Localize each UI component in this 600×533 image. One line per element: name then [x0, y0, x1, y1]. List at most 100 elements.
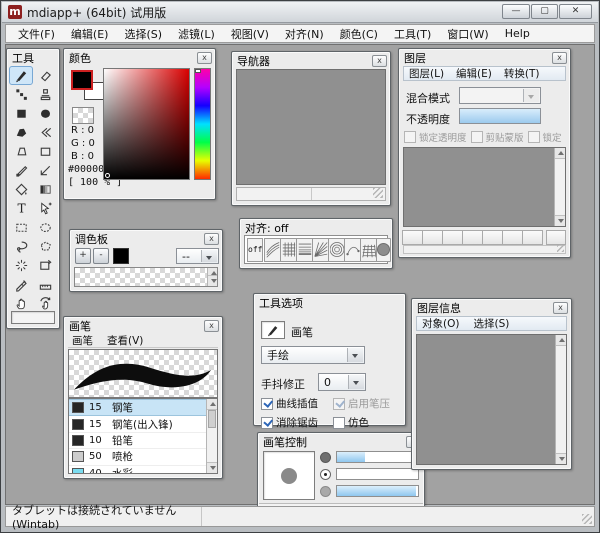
foreground-color-swatch[interactable]	[71, 70, 93, 90]
close-icon[interactable]: x	[204, 233, 219, 245]
snap-off-button[interactable]: off	[247, 238, 263, 262]
close-icon[interactable]: x	[372, 55, 387, 67]
palette-group-dropdown[interactable]: --	[176, 248, 219, 264]
snap-color-button[interactable]	[376, 238, 391, 262]
checkbox-锁定透明度[interactable]: 锁定透明度	[404, 130, 467, 144]
menu-item[interactable]: 窗口(W)	[439, 25, 496, 43]
checkbox-剪贴蒙版[interactable]: 剪贴蒙版	[471, 130, 524, 144]
checkbox-锁定[interactable]: 锁定	[528, 130, 562, 144]
gradient-tool[interactable]	[33, 180, 57, 199]
dot-pen-tool[interactable]	[9, 85, 33, 104]
checkbox-曲线插值[interactable]: 曲线插值	[261, 396, 333, 411]
snap-concentric-button[interactable]	[328, 238, 345, 262]
menu-item[interactable]: 工具(T)	[386, 25, 439, 43]
layers-menu-item[interactable]: 转换(T)	[504, 66, 540, 81]
layer-toolbar-button[interactable]	[422, 230, 443, 245]
menu-item[interactable]: 编辑(E)	[63, 25, 117, 43]
brush-list-item[interactable]: 50喷枪	[69, 449, 206, 465]
layer-toolbar-button[interactable]	[462, 230, 483, 245]
curve-tool[interactable]	[33, 123, 57, 142]
checkbox-仿色[interactable]: 仿色	[333, 415, 401, 430]
slider-knob[interactable]	[320, 469, 331, 480]
blend-mode-dropdown[interactable]	[459, 87, 541, 104]
close-icon[interactable]: x	[204, 320, 219, 332]
layer-info-menu-item[interactable]: 对象(O)	[422, 316, 459, 331]
layer-info-scrollbar[interactable]	[555, 335, 566, 464]
palette-current-swatch[interactable]	[113, 248, 129, 264]
checkbox-启用笔压[interactable]: 启用笔压	[333, 396, 401, 411]
line-tool[interactable]	[33, 161, 57, 180]
snap-parallel-button[interactable]	[264, 238, 281, 262]
checkbox-消除锯齿[interactable]: 消除锯齿	[261, 415, 333, 430]
stamp-tool[interactable]	[33, 85, 57, 104]
fill-bucket-tool[interactable]	[9, 180, 33, 199]
slider-track[interactable]	[336, 468, 419, 480]
brush-list-scrollbar[interactable]	[206, 399, 217, 473]
menu-item[interactable]: 文件(F)	[10, 25, 63, 43]
eyedropper-tool[interactable]	[9, 275, 33, 294]
object-select-tool[interactable]	[33, 199, 57, 218]
measure-tool[interactable]	[33, 275, 57, 294]
transparent-color-swatch[interactable]	[72, 107, 94, 124]
snap-grid-button[interactable]	[280, 238, 297, 262]
menu-item[interactable]: Help	[497, 26, 538, 41]
slider-track[interactable]	[336, 451, 419, 463]
layers-menu-item[interactable]: 编辑(E)	[456, 66, 492, 81]
snap-curve-button[interactable]	[344, 238, 361, 262]
path-tool[interactable]	[9, 161, 33, 180]
menu-item[interactable]: 视图(V)	[223, 25, 277, 43]
text-tool[interactable]: T	[9, 199, 33, 218]
brush-menu-item[interactable]: 查看(V)	[107, 333, 143, 348]
layer-toolbar-button[interactable]	[442, 230, 463, 245]
brush-menu-item[interactable]: 画笔	[72, 333, 93, 348]
layer-toolbar-button[interactable]	[402, 230, 423, 245]
palette-scrollbar[interactable]	[207, 268, 217, 286]
polygon-select-tool[interactable]	[33, 237, 57, 256]
layer-list-scrollbar[interactable]	[554, 148, 565, 226]
stroke-mode-dropdown[interactable]: 手绘	[261, 346, 365, 364]
menu-item[interactable]: 颜色(C)	[332, 25, 386, 43]
layers-menu-item[interactable]: 图层(L)	[409, 66, 444, 81]
minimize-button[interactable]: —	[502, 4, 530, 19]
layer-toolbar-button[interactable]	[502, 230, 523, 245]
filled-ellipse-tool[interactable]	[33, 104, 57, 123]
slider-knob[interactable]	[320, 486, 331, 497]
brush-list-item[interactable]: 40水彩	[69, 466, 206, 474]
slider-track[interactable]	[336, 485, 419, 497]
brush-list-item[interactable]: 15钢笔(出入锋)	[69, 416, 206, 432]
snap-horizontal-button[interactable]	[296, 238, 313, 262]
rect-outline-tool[interactable]	[33, 142, 57, 161]
rect-select-tool[interactable]	[9, 218, 33, 237]
hue-bar[interactable]	[194, 68, 211, 180]
maximize-button[interactable]: ▢	[531, 4, 558, 19]
eraser-tool[interactable]	[33, 66, 57, 85]
layer-info-menu-item[interactable]: 选择(S)	[473, 316, 509, 331]
opacity-slider[interactable]	[459, 108, 541, 124]
layer-toolbar-button[interactable]	[522, 230, 543, 245]
sv-gradient-square[interactable]	[103, 68, 190, 180]
resize-grip[interactable]	[582, 514, 592, 524]
layer-toolbar-extra-button[interactable]	[546, 230, 566, 245]
lasso-select-tool[interactable]	[9, 237, 33, 256]
palette-swatch-area[interactable]	[74, 267, 218, 287]
slider-knob[interactable]	[320, 452, 331, 463]
brush-list-item[interactable]: 10铅笔	[69, 433, 206, 449]
palette-remove-button[interactable]: -	[93, 248, 109, 264]
filled-polygon-tool[interactable]	[9, 123, 33, 142]
transform-tool[interactable]	[33, 256, 57, 275]
trapezoid-tool[interactable]	[9, 142, 33, 161]
pen-tool[interactable]	[9, 66, 33, 85]
layer-toolbar-button[interactable]	[482, 230, 503, 245]
close-icon[interactable]: x	[552, 52, 567, 64]
title-bar[interactable]: m mdiapp+ (64bit) 试用版 — ▢ ✕	[2, 2, 598, 23]
close-icon[interactable]: x	[197, 52, 212, 64]
magic-wand-tool[interactable]	[9, 256, 33, 275]
ellipse-select-tool[interactable]	[33, 218, 57, 237]
snap-radial-button[interactable]	[312, 238, 329, 262]
snap-perspective-button[interactable]	[360, 238, 377, 262]
stabilizer-dropdown[interactable]: 0	[318, 373, 366, 391]
menu-item[interactable]: 对齐(N)	[277, 25, 332, 43]
palette-add-button[interactable]: +	[75, 248, 91, 264]
filled-rect-tool[interactable]	[9, 104, 33, 123]
close-icon[interactable]: x	[553, 302, 568, 314]
